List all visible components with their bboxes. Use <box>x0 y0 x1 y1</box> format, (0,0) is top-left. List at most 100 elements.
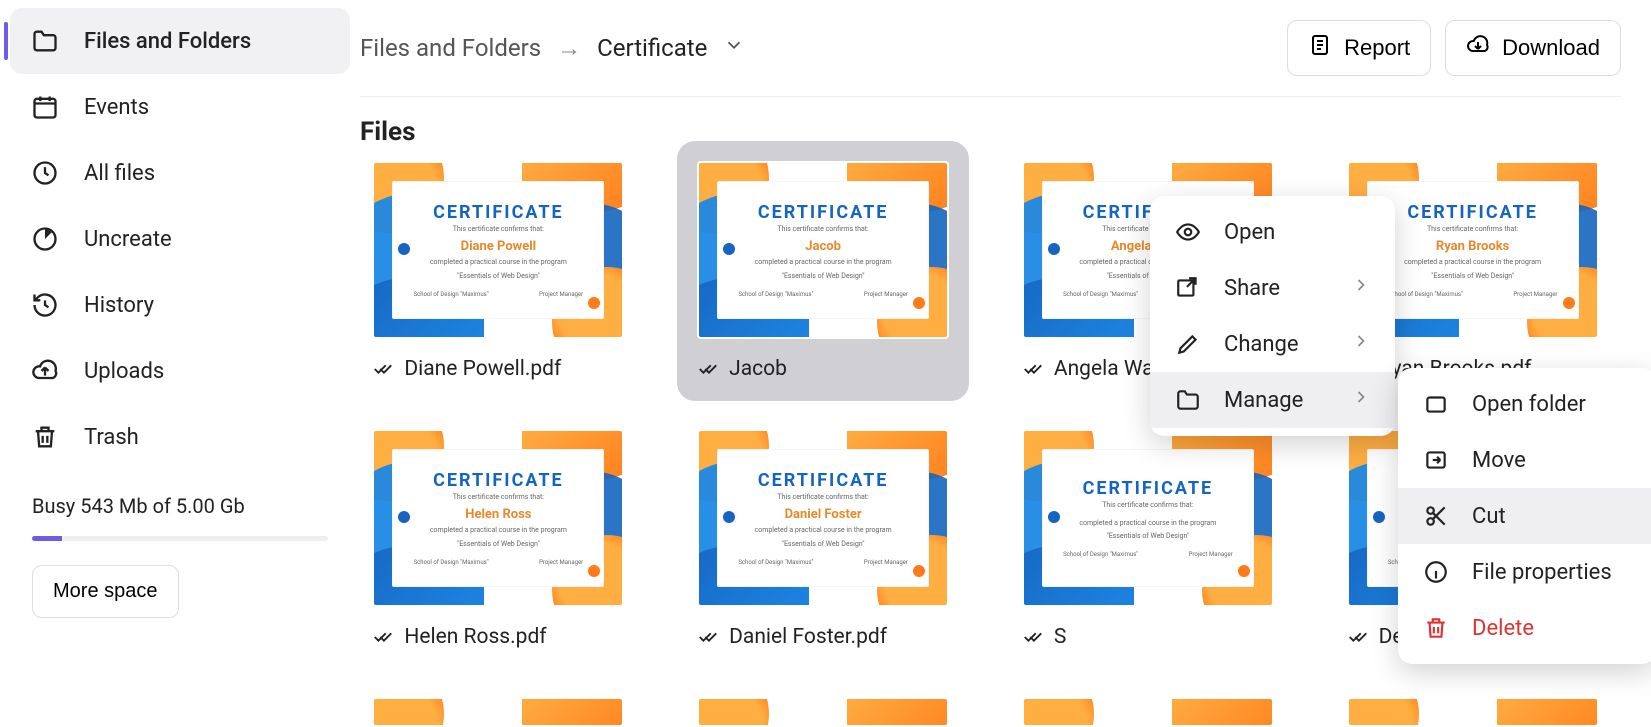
file-name: S <box>1054 625 1066 649</box>
file-card[interactable]: CERTIFICATE This certificate confirms th… <box>1010 429 1287 649</box>
status-icon <box>1022 626 1044 648</box>
download-label: Download <box>1502 35 1600 61</box>
sidebar-item-label: All files <box>84 161 155 186</box>
move-icon <box>1422 446 1450 474</box>
section-title: Files <box>360 97 1621 161</box>
report-button[interactable]: Report <box>1287 20 1431 76</box>
status-icon <box>372 358 394 380</box>
sidebar: Files and Folders Events All files Uncre… <box>0 0 360 711</box>
folder-icon <box>30 26 60 56</box>
chevron-right-icon <box>1351 275 1371 301</box>
report-label: Report <box>1344 35 1410 61</box>
file-name: Helen Ross.pdf <box>404 625 546 649</box>
top-actions: Report Download <box>1287 20 1621 76</box>
submenu-item-delete[interactable]: Delete <box>1398 600 1651 656</box>
sidebar-item-uncreate[interactable]: Uncreate <box>10 206 350 272</box>
file-card[interactable] <box>360 697 637 727</box>
file-caption: Daniel Foster.pdf <box>697 625 949 649</box>
status-icon <box>1022 358 1044 380</box>
more-space-button[interactable]: More space <box>32 565 179 618</box>
file-thumbnail: CERTIFICATE This certificate confirms th… <box>372 161 624 339</box>
sidebar-item-trash[interactable]: Trash <box>10 404 350 470</box>
menu-item-share[interactable]: Share <box>1150 260 1395 316</box>
file-name: Diane Powell.pdf <box>404 357 561 381</box>
menu-label: Move <box>1472 448 1526 473</box>
menu-label: Change <box>1224 332 1299 357</box>
file-thumbnail: CERTIFICATE This certificate confirms th… <box>372 429 624 607</box>
arrow-right-icon: → <box>557 34 581 63</box>
menu-item-open[interactable]: Open <box>1150 204 1395 260</box>
sidebar-item-files-and-folders[interactable]: Files and Folders <box>10 8 350 74</box>
file-card[interactable]: CERTIFICATE This certificate confirms th… <box>360 429 637 649</box>
eye-icon <box>1174 218 1202 246</box>
file-caption: S <box>1022 625 1274 649</box>
breadcrumb-root[interactable]: Files and Folders <box>360 34 541 62</box>
storage-text: Busy 543 Mb of 5.00 Gb <box>32 494 328 518</box>
pie-icon <box>30 224 60 254</box>
chevron-right-icon <box>1351 331 1371 357</box>
file-name: Daniel Foster.pdf <box>729 625 887 649</box>
trash-icon <box>30 422 60 452</box>
file-card[interactable] <box>1334 697 1611 727</box>
breadcrumb[interactable]: Files and Folders → Certificate <box>360 34 745 63</box>
file-thumbnail: CERTIFICATE This certificate confirms th… <box>697 429 949 607</box>
context-submenu: Open folder Move Cut File properties <box>1398 368 1651 664</box>
submenu-item-cut[interactable]: Cut <box>1398 488 1651 544</box>
cloud-download-icon <box>1466 33 1490 63</box>
file-card[interactable]: CERTIFICATE This certificate confirms th… <box>685 429 962 649</box>
file-caption: Diane Powell.pdf <box>372 357 624 381</box>
share-icon <box>1174 274 1202 302</box>
file-name: Jacob <box>729 357 787 381</box>
status-icon <box>372 626 394 648</box>
info-icon <box>1422 558 1450 586</box>
sidebar-item-history[interactable]: History <box>10 272 350 338</box>
menu-label: File properties <box>1472 560 1612 585</box>
file-caption: Jacob <box>697 357 949 381</box>
menu-label: Share <box>1224 276 1280 301</box>
sidebar-item-uploads[interactable]: Uploads <box>10 338 350 404</box>
file-thumbnail <box>372 697 624 727</box>
chevron-down-icon[interactable] <box>723 34 745 62</box>
sidebar-item-label: Files and Folders <box>84 29 251 54</box>
folder-open-icon <box>1422 390 1450 418</box>
file-card[interactable] <box>685 697 962 727</box>
sidebar-item-events[interactable]: Events <box>10 74 350 140</box>
history-icon <box>30 290 60 320</box>
file-card[interactable]: CERTIFICATE This certificate confirms th… <box>685 161 962 381</box>
menu-item-manage[interactable]: Manage <box>1150 372 1395 428</box>
storage-usage: Busy 543 Mb of 5.00 Gb <box>10 470 350 541</box>
status-icon <box>1347 626 1369 648</box>
file-card[interactable]: CERTIFICATE This certificate confirms th… <box>360 161 637 381</box>
menu-item-change[interactable]: Change <box>1150 316 1395 372</box>
submenu-item-file-properties[interactable]: File properties <box>1398 544 1651 600</box>
file-thumbnail: CERTIFICATE This certificate confirms th… <box>1022 429 1274 607</box>
file-thumbnail: CERTIFICATE This certificate confirms th… <box>697 161 949 339</box>
file-caption: Helen Ross.pdf <box>372 625 624 649</box>
menu-label: Open folder <box>1472 392 1586 417</box>
submenu-item-move[interactable]: Move <box>1398 432 1651 488</box>
clock-icon <box>30 158 60 188</box>
trash-icon <box>1422 614 1450 642</box>
status-icon <box>697 626 719 648</box>
scissors-icon <box>1422 502 1450 530</box>
pencil-icon <box>1174 330 1202 358</box>
menu-label: Delete <box>1472 616 1534 641</box>
menu-label: Open <box>1224 220 1275 245</box>
file-thumbnail <box>697 697 949 727</box>
file-card[interactable] <box>1010 697 1287 727</box>
menu-label: Cut <box>1472 504 1506 529</box>
status-icon <box>697 358 719 380</box>
download-button[interactable]: Download <box>1445 20 1621 76</box>
topbar: Files and Folders → Certificate Report <box>360 8 1621 97</box>
cloud-upload-icon <box>30 356 60 386</box>
file-thumbnail <box>1022 697 1274 727</box>
sidebar-item-label: Uploads <box>84 359 164 384</box>
file-thumbnail <box>1347 697 1599 727</box>
submenu-item-open-folder[interactable]: Open folder <box>1398 376 1651 432</box>
main: Files and Folders → Certificate Report <box>360 0 1651 711</box>
sidebar-item-all-files[interactable]: All files <box>10 140 350 206</box>
folder-icon <box>1174 386 1202 414</box>
calendar-icon <box>30 92 60 122</box>
breadcrumb-current[interactable]: Certificate <box>597 34 707 62</box>
sidebar-item-label: Trash <box>84 425 139 450</box>
